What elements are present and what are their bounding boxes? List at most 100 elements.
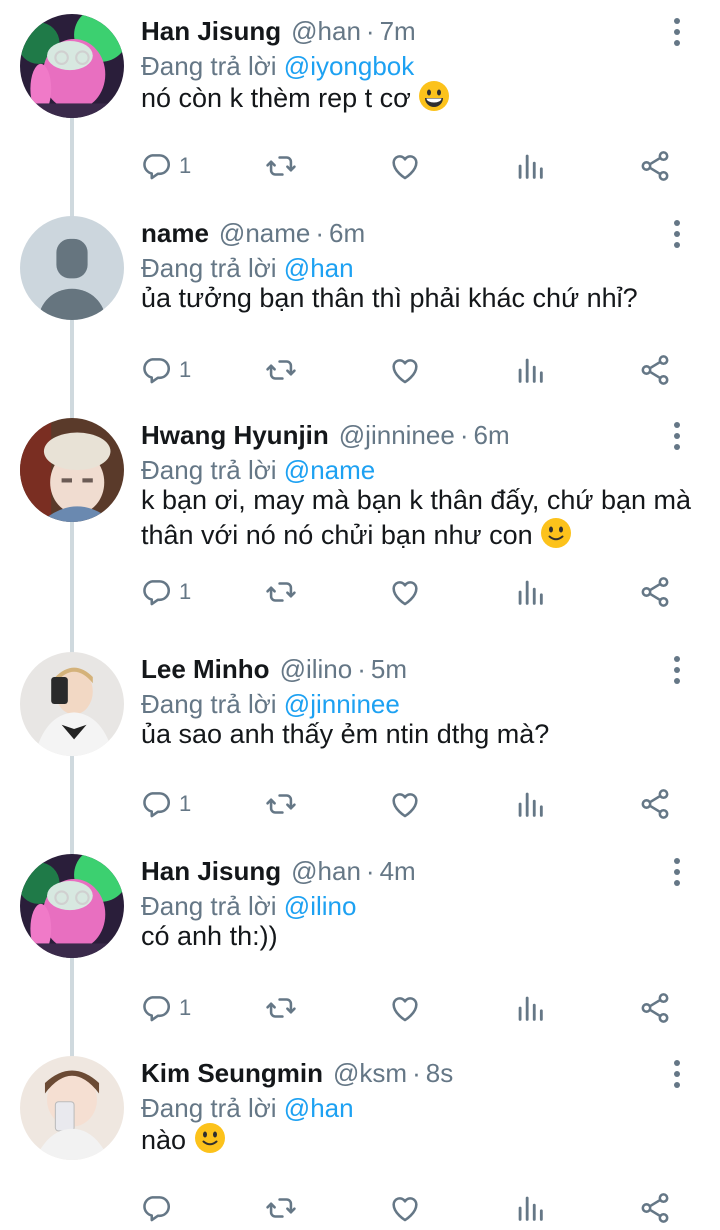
more-vertical-icon[interactable] [664,652,690,688]
more-vertical-icon[interactable] [664,216,690,252]
like-button[interactable] [388,572,422,612]
share-button[interactable] [638,146,672,186]
tweet[interactable]: Han Jisung @han · 7m Đang trả lời @iyongbok… [0,0,720,192]
user-handle[interactable]: @ilino [280,654,353,684]
analytics-button[interactable] [513,350,547,390]
like-button[interactable] [388,784,422,824]
timestamp[interactable]: 8s [426,1058,453,1088]
heart-icon [388,149,422,183]
analytics-button[interactable] [513,988,547,1028]
heart-icon [388,787,422,821]
user-handle[interactable]: @han [291,856,361,886]
retweet-button[interactable] [264,784,298,824]
retweet-button[interactable] [264,350,298,390]
mention-link[interactable]: @han [284,253,354,283]
tweet-text: nó còn k thèm rep t cơ [141,80,701,115]
analytics-button[interactable] [513,1188,547,1228]
tweet[interactable]: Hwang Hyunjin @jinninee · 6m Đang trả lời @… [0,404,720,618]
retweet-icon [264,353,298,387]
replying-to: Đang trả lời @jinninee [141,686,400,722]
user-handle[interactable]: @han [291,16,361,46]
reply-button[interactable]: 1 [139,146,191,186]
analytics-button[interactable] [513,784,547,824]
more-vertical-icon[interactable] [664,854,690,890]
share-button[interactable] [638,350,672,390]
like-button[interactable] [388,1188,422,1228]
tweet[interactable]: Han Jisung @han · 4m Đang trả lời @ilino có… [0,840,720,1034]
reply-count: 1 [179,995,192,1020]
display-name[interactable]: name [141,218,209,248]
like-button[interactable] [388,146,422,186]
reply-button[interactable]: 1 [139,988,191,1028]
avatar[interactable] [20,652,124,756]
mention-link[interactable]: @ilino [284,891,357,921]
tweet-header: Hwang Hyunjin @jinninee · 6m [141,417,510,453]
tweet-header: Han Jisung @han · 7m [141,13,416,49]
analytics-icon [513,149,547,183]
avatar[interactable] [20,1056,124,1160]
replying-to: Đang trả lời @han [141,250,354,286]
share-button[interactable] [638,784,672,824]
tweet-text-content: k bạn ơi, may mà bạn k thân đấy, chứ bạn… [141,485,692,550]
mention-link[interactable]: @han [284,1093,354,1123]
reply-button[interactable] [139,1188,179,1228]
retweet-button[interactable] [264,1188,298,1228]
tweet-header: Han Jisung @han · 4m [141,853,416,889]
retweet-button[interactable] [264,572,298,612]
tweet-header: name @name · 6m [141,215,365,251]
avatar[interactable] [20,418,124,522]
reply-button[interactable]: 1 [139,350,191,390]
replying-to-label: Đang trả lời [141,891,277,921]
reply-button[interactable]: 1 [139,784,191,824]
user-handle[interactable]: @jinninee [339,420,455,450]
like-button[interactable] [388,350,422,390]
mention-link[interactable]: @name [284,455,375,485]
analytics-icon [513,1191,547,1225]
display-name[interactable]: Hwang Hyunjin [141,420,329,450]
user-handle[interactable]: @ksm [333,1058,407,1088]
display-name[interactable]: Han Jisung [141,856,281,886]
user-handle[interactable]: @name [219,218,310,248]
replying-to: Đang trả lời @iyongbok [141,48,414,84]
avatar[interactable] [20,14,124,118]
analytics-button[interactable] [513,146,547,186]
share-icon [638,991,672,1025]
share-button[interactable] [638,1188,672,1228]
share-button[interactable] [638,572,672,612]
analytics-icon [513,353,547,387]
timestamp[interactable]: 7m [380,16,416,46]
retweet-button[interactable] [264,146,298,186]
share-button[interactable] [638,988,672,1028]
retweet-icon [264,149,298,183]
more-vertical-icon[interactable] [664,14,690,50]
more-vertical-icon[interactable] [664,418,690,454]
mention-link[interactable]: @jinninee [284,689,400,719]
tweet[interactable]: Lee Minho @ilino · 5m Đang trả lời @jinnine… [0,638,720,830]
display-name[interactable]: Kim Seungmin [141,1058,323,1088]
display-name[interactable]: Lee Minho [141,654,270,684]
reply-count: 1 [179,153,192,178]
replying-to-label: Đang trả lời [141,51,277,81]
like-button[interactable] [388,988,422,1028]
tweet[interactable]: name @name · 6m Đang trả lời @han ủa tưởng … [0,202,720,396]
tweet[interactable]: Kim Seungmin @ksm · 8s Đang trả lời @han nà… [0,1042,720,1230]
reply-button[interactable]: 1 [139,572,191,612]
tweet-text: nào [141,1122,701,1157]
display-name[interactable]: Han Jisung [141,16,281,46]
timestamp[interactable]: 6m [473,420,509,450]
tweet-text-content: nó còn k thèm rep t cơ [141,83,411,113]
replying-to-label: Đang trả lời [141,455,277,485]
share-icon [638,1191,672,1225]
more-vertical-icon[interactable] [664,1056,690,1092]
retweet-button[interactable] [264,988,298,1028]
mention-link[interactable]: @iyongbok [284,51,414,81]
separator-dot: · [459,420,469,450]
timestamp[interactable]: 5m [371,654,407,684]
avatar[interactable] [20,854,124,958]
timestamp[interactable]: 6m [329,218,365,248]
retweet-icon [264,787,298,821]
avatar[interactable] [20,216,124,320]
analytics-button[interactable] [513,572,547,612]
timestamp[interactable]: 4m [380,856,416,886]
separator-dot: · [315,218,325,248]
